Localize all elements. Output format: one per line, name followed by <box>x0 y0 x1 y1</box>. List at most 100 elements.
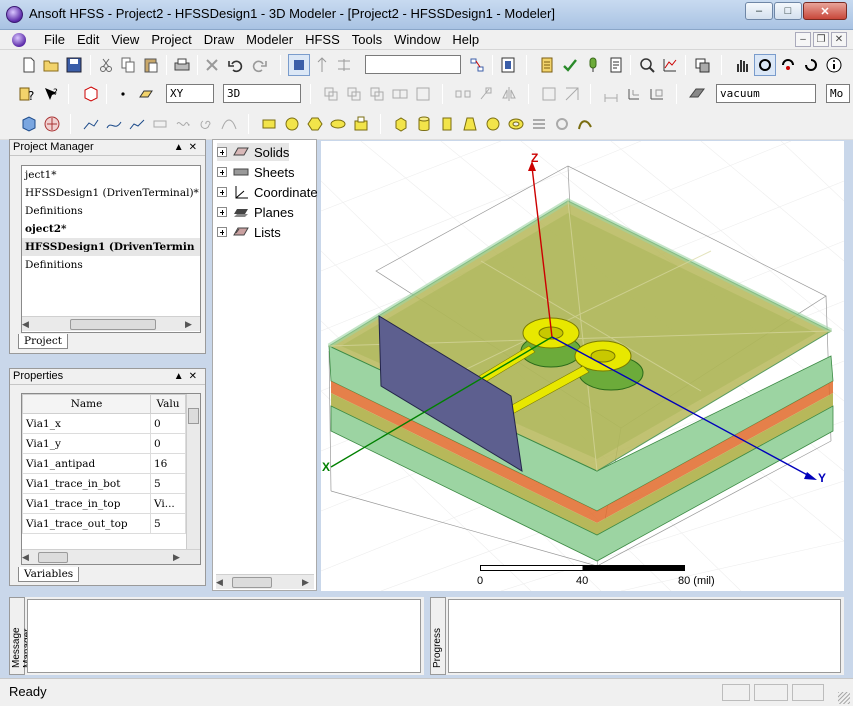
split-icon[interactable] <box>389 83 411 105</box>
select-object-icon[interactable] <box>288 54 310 76</box>
print-icon[interactable] <box>171 54 193 76</box>
menu-window[interactable]: Window <box>388 32 446 48</box>
draw-arc-icon[interactable] <box>126 113 148 135</box>
snap-point-icon[interactable] <box>112 83 134 105</box>
doc-restore-button[interactable]: ❐ <box>813 32 829 47</box>
tab-project[interactable]: Project <box>18 334 68 349</box>
duplicate-axis-icon[interactable] <box>475 83 497 105</box>
properties-vscroll[interactable] <box>186 394 200 550</box>
imprint-icon[interactable] <box>412 83 434 105</box>
open-icon[interactable] <box>40 54 62 76</box>
selection-combo[interactable] <box>365 55 461 74</box>
minimize-button[interactable]: – <box>745 2 773 20</box>
rotate-icon[interactable] <box>754 54 776 76</box>
tree-item-planes[interactable]: Planes <box>217 203 294 221</box>
draw-regular-polyhedron-icon[interactable] <box>436 113 458 135</box>
menu-modeler[interactable]: Modeler <box>240 32 299 48</box>
project-tree-item[interactable]: oject2* <box>22 220 200 238</box>
message-manager-tab[interactable]: Message Manager <box>9 597 33 675</box>
menu-draw[interactable]: Draw <box>198 32 240 48</box>
menu-tools[interactable]: Tools <box>346 32 388 48</box>
table-row[interactable]: Via1_antipad 16 <box>22 453 186 474</box>
draw-circle-icon[interactable] <box>281 113 303 135</box>
close-button[interactable]: ✕ <box>803 2 847 20</box>
intersect-icon[interactable] <box>366 83 388 105</box>
field-overlay-icon[interactable] <box>636 54 658 76</box>
properties-hscroll[interactable]: ◀ ▶ <box>22 549 200 564</box>
tree-item-sheets[interactable]: Sheets <box>217 163 294 181</box>
resize-grip-icon[interactable] <box>838 692 850 704</box>
relative-cs-icon[interactable] <box>623 83 645 105</box>
draw-spiral-icon[interactable] <box>195 113 217 135</box>
table-row[interactable]: Via1_trace_out_top 5 <box>22 513 186 534</box>
draw-ellipse-icon[interactable] <box>327 113 349 135</box>
variable-value[interactable]: 5 <box>150 473 186 494</box>
material-icon[interactable] <box>686 83 708 105</box>
plane-combo[interactable]: XY <box>166 84 214 103</box>
sweep-icon[interactable] <box>538 83 560 105</box>
progress-tab[interactable]: Progress <box>430 597 446 675</box>
menu-view[interactable]: View <box>105 32 145 48</box>
material-combo[interactable]: vacuum <box>716 84 816 103</box>
menu-help[interactable]: Help <box>446 32 485 48</box>
project-tree-item[interactable]: HFSSDesign1 (DrivenTerminal)* <box>22 184 200 202</box>
new-icon[interactable] <box>18 54 40 76</box>
draw-spiral-solid-icon[interactable] <box>551 113 573 135</box>
variable-value[interactable]: 0 <box>150 413 186 434</box>
panel-controls[interactable]: ▲✕ <box>174 369 202 384</box>
menu-project[interactable]: Project <box>145 32 197 48</box>
3d-viewport[interactable]: Z X Y 0 40 80 (mil) <box>321 141 844 591</box>
save-icon[interactable] <box>63 54 85 76</box>
menu-edit[interactable]: Edit <box>71 32 105 48</box>
project-tree[interactable]: ject1* HFSSDesign1 (DrivenTerminal)* Def… <box>21 165 201 333</box>
draw-equation-icon[interactable] <box>149 113 171 135</box>
rotate-around-icon[interactable] <box>777 54 799 76</box>
redo-icon[interactable] <box>248 54 270 76</box>
history-icon[interactable] <box>497 54 519 76</box>
duplicate-line-icon[interactable] <box>452 83 474 105</box>
draw-spline-icon[interactable] <box>103 113 125 135</box>
menu-file[interactable]: File <box>38 32 71 48</box>
variable-value[interactable]: 16 <box>150 453 186 474</box>
project-tree-hscroll[interactable]: ◀ ▶ <box>22 316 200 331</box>
tree-item-lists[interactable]: Lists <box>217 223 281 241</box>
menu-hfss[interactable]: HFSS <box>299 32 346 48</box>
project-tree-item-selected[interactable]: HFSSDesign1 (DrivenTermin <box>22 238 200 256</box>
doc-minimize-button[interactable]: – <box>795 32 811 47</box>
select-by-name-icon[interactable] <box>466 54 488 76</box>
tree-item-solids[interactable]: Solids <box>217 143 290 161</box>
project-tree-item[interactable]: Definitions <box>22 202 200 220</box>
table-row[interactable]: Via1_trace_in_top Vi... <box>22 493 186 514</box>
draw-bondwire-solid-icon[interactable] <box>574 113 596 135</box>
info-icon[interactable] <box>823 54 845 76</box>
subtract-icon[interactable] <box>343 83 365 105</box>
delete-icon[interactable] <box>201 54 223 76</box>
progress-list[interactable] <box>448 599 841 673</box>
draw-cone-icon[interactable] <box>459 113 481 135</box>
doc-close-button[interactable]: ✕ <box>831 32 847 47</box>
draw-sphere-icon[interactable] <box>482 113 504 135</box>
analyze-icon[interactable] <box>559 54 581 76</box>
variable-value[interactable]: Vi... <box>150 493 186 514</box>
validate-icon[interactable] <box>536 54 558 76</box>
draw-cylinder-icon[interactable] <box>413 113 435 135</box>
draw-box-icon[interactable] <box>390 113 412 135</box>
rotate-screen-icon[interactable] <box>800 54 822 76</box>
variable-value[interactable]: 0 <box>150 433 186 454</box>
table-row[interactable]: Via1_trace_in_bot 5 <box>22 473 186 494</box>
document-menu-icon[interactable] <box>12 33 26 47</box>
draw-rectangle-icon[interactable] <box>258 113 280 135</box>
draw-helix-icon[interactable] <box>172 113 194 135</box>
project-tree-item[interactable]: ject1* <box>22 166 200 184</box>
column-header-name[interactable]: Name <box>22 394 151 414</box>
face-select-icon[interactable] <box>333 54 355 76</box>
context-help-icon[interactable]: ? <box>40 83 62 105</box>
cut-icon[interactable] <box>95 54 117 76</box>
unite-icon[interactable] <box>320 83 342 105</box>
draw-torus-icon[interactable] <box>505 113 527 135</box>
maximize-button[interactable]: □ <box>774 2 802 20</box>
column-header-value[interactable]: Valu <box>150 394 186 414</box>
message-list[interactable] <box>27 599 421 673</box>
measure-icon[interactable] <box>600 83 622 105</box>
face-cs-icon[interactable] <box>646 83 668 105</box>
